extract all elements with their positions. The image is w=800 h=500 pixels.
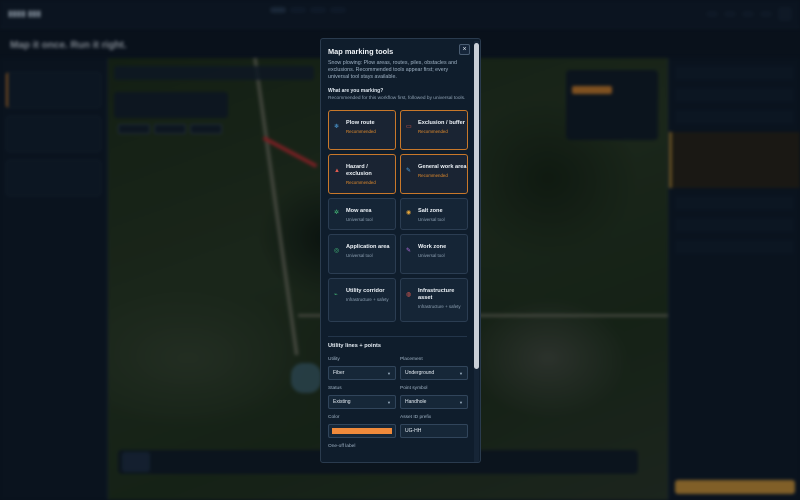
status-value: Existing <box>333 399 351 406</box>
chevron-down-icon: ▼ <box>459 370 463 376</box>
one-off-label: One-off label <box>328 444 356 450</box>
tool-name: Application area <box>346 244 390 251</box>
tool-badge: Recommended <box>418 129 448 135</box>
tool-name: Plow route <box>346 120 375 127</box>
mow-icon: ✲ <box>334 210 340 217</box>
dialog-title: Map marking tools <box>328 47 394 56</box>
dialog-scrollbar-thumb[interactable] <box>474 43 479 369</box>
exclusion-icon: ▭ <box>406 124 412 131</box>
color-picker[interactable] <box>328 424 396 439</box>
tool-card-work-zone[interactable]: ✎ Work zone Universal tool <box>400 234 468 275</box>
tool-card-hazard-exclusion[interactable]: ▲ Hazard / exclusion Recommended <box>328 154 396 195</box>
map-marking-tools-dialog: Map marking tools Snow plowing: Plow are… <box>320 38 481 463</box>
tool-card-infrastructure-asset[interactable]: ◍ Infrastructure asset Infrastructure + … <box>400 278 468 323</box>
tool-name: General work area <box>418 164 467 171</box>
chevron-down-icon: ▼ <box>459 399 463 405</box>
tool-name: Hazard / exclusion <box>346 164 372 178</box>
tool-badge: Universal tool <box>346 217 373 223</box>
point-symbol-field: Point symbol Handhole ▼ <box>400 386 468 410</box>
point-symbol-value: Handhole <box>405 399 427 406</box>
chevron-down-icon: ▼ <box>387 370 391 376</box>
tool-badge: Universal tool <box>418 217 445 223</box>
tool-card-utility-corridor[interactable]: ⌁ Utility corridor Infrastructure + safe… <box>328 278 396 323</box>
utility-row-2: Status Existing ▼ Point symbol Handhole ▼ <box>328 386 468 410</box>
tool-card-application-area[interactable]: ◎ Application area Universal tool <box>328 234 396 275</box>
utility-label: Utility <box>328 357 340 363</box>
placement-label: Placement <box>400 357 423 363</box>
utility-corridor-icon: ⌁ <box>334 292 338 299</box>
status-field: Status Existing ▼ <box>328 386 396 410</box>
utility-section-title: Utility lines + points <box>328 343 381 350</box>
close-button[interactable]: × <box>459 44 470 55</box>
utility-value: Fiber <box>333 370 345 377</box>
tool-name: Utility corridor <box>346 288 385 295</box>
asset-prefix-value: UG-HH <box>405 428 422 435</box>
dialog-content: Map marking tools Snow plowing: Plow are… <box>321 39 474 462</box>
general-area-icon: ✎ <box>406 168 412 175</box>
tool-name: Exclusion / buffer <box>418 120 465 127</box>
tool-badge: Recommended <box>418 173 448 179</box>
tool-name: Infrastructure asset <box>418 288 455 302</box>
color-field: Color <box>328 415 396 439</box>
asset-prefix-field: Asset ID prefix UG-HH <box>400 415 468 439</box>
point-symbol-select[interactable]: Handhole ▼ <box>400 395 468 410</box>
tool-card-mow-area[interactable]: ✲ Mow area Universal tool <box>328 198 396 231</box>
close-icon: × <box>462 46 467 53</box>
utility-row-1: Utility Fiber ▼ Placement Underground ▼ <box>328 357 468 381</box>
tool-name: Salt zone <box>418 208 443 215</box>
utility-field: Utility Fiber ▼ <box>328 357 396 381</box>
asset-prefix-label: Asset ID prefix <box>400 415 432 421</box>
tool-badge: Universal tool <box>346 253 373 259</box>
application-icon: ◎ <box>334 248 340 255</box>
color-label: Color <box>328 415 340 421</box>
work-zone-icon: ✎ <box>406 248 412 255</box>
tool-card-salt-zone[interactable]: ◉ Salt zone Universal tool <box>400 198 468 231</box>
placement-field: Placement Underground ▼ <box>400 357 468 381</box>
status-label: Status <box>328 386 342 392</box>
tool-badge: Recommended <box>346 129 376 135</box>
tool-badge: Infrastructure + safety <box>346 297 389 303</box>
tool-name: Mow area <box>346 208 372 215</box>
marking-hint: Recommended for this workflow first, fol… <box>328 96 466 101</box>
chevron-down-icon: ▼ <box>387 399 391 405</box>
point-symbol-label: Point symbol <box>400 386 428 392</box>
infrastructure-icon: ◍ <box>406 292 412 299</box>
utility-select[interactable]: Fiber ▼ <box>328 366 396 381</box>
tool-card-exclusion-buffer[interactable]: ▭ Exclusion / buffer Recommended <box>400 110 468 151</box>
tool-badge: Infrastructure + safety <box>418 304 461 309</box>
color-swatch <box>332 428 392 435</box>
tool-badge: Recommended <box>346 180 376 185</box>
marking-question: What are you marking? <box>328 88 384 94</box>
utility-row-3: Color Asset ID prefix UG-HH <box>328 415 468 439</box>
section-divider <box>328 336 467 338</box>
status-select[interactable]: Existing ▼ <box>328 395 396 410</box>
salt-icon: ◉ <box>406 210 412 217</box>
tool-badge: Universal tool <box>418 253 445 259</box>
plow-route-icon: ❄ <box>334 124 340 131</box>
tool-grid: ❄ Plow route Recommended ▭ Exclusion / b… <box>328 110 468 323</box>
tool-card-plow-route[interactable]: ❄ Plow route Recommended <box>328 110 396 151</box>
tool-card-general-work-area[interactable]: ✎ General work area Recommended <box>400 154 468 195</box>
placement-select[interactable]: Underground ▼ <box>400 366 468 381</box>
tool-name: Work zone <box>418 244 447 251</box>
placement-value: Underground <box>405 370 435 377</box>
asset-prefix-input[interactable]: UG-HH <box>400 424 468 439</box>
hazard-icon: ▲ <box>334 168 340 175</box>
dialog-description: Snow plowing: Plow areas, routes, piles,… <box>328 60 457 80</box>
